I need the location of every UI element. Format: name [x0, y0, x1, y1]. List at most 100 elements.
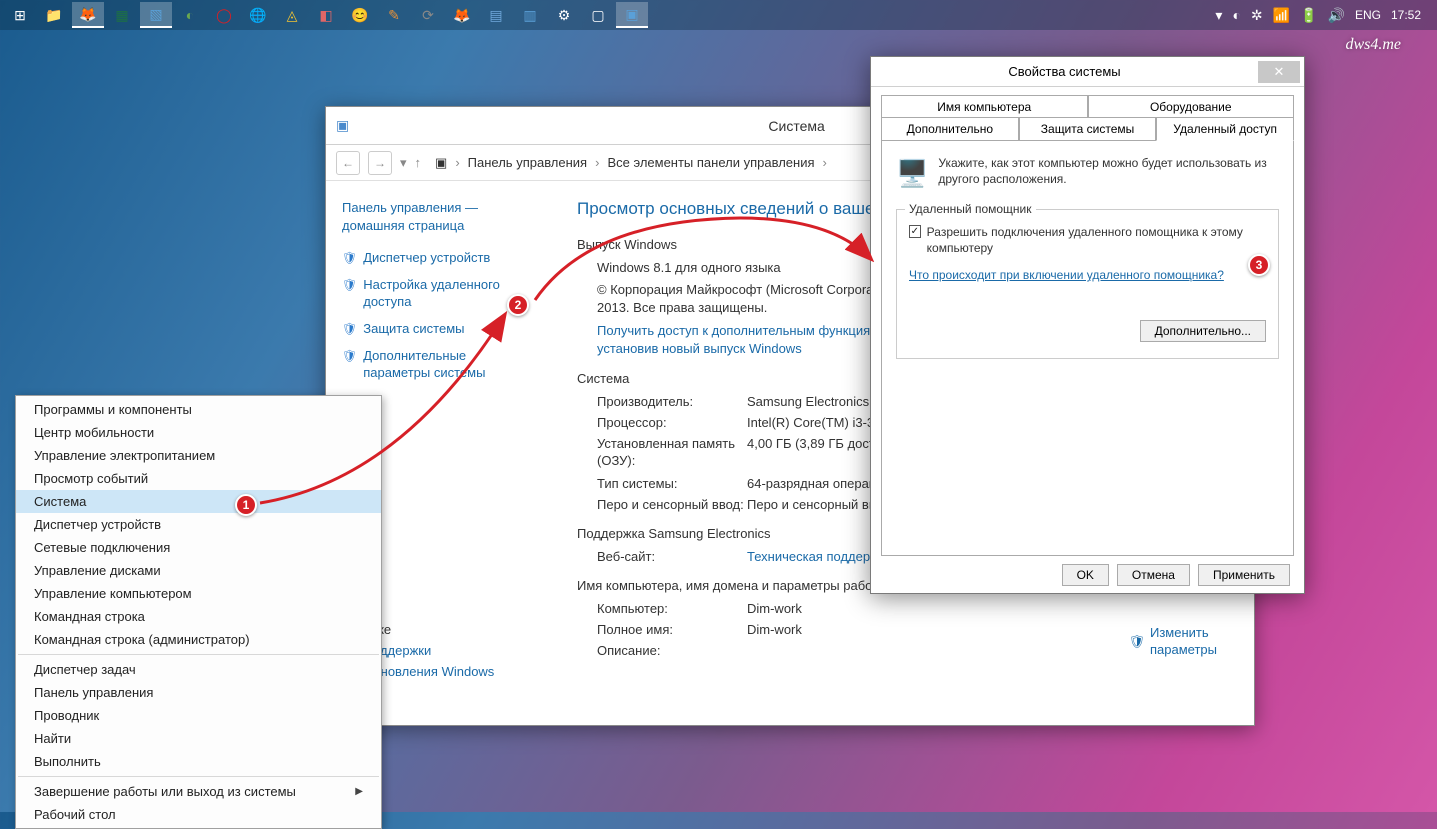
value: Dim-work	[747, 622, 802, 637]
menu-item[interactable]: Сетевые подключения	[16, 536, 381, 559]
apply-button[interactable]: Применить	[1198, 564, 1290, 586]
dialog-titlebar[interactable]: Свойства системы ✕	[871, 57, 1304, 87]
menu-item[interactable]: Командная строка	[16, 605, 381, 628]
label: Тип системы:	[577, 476, 747, 491]
menu-item[interactable]: Найти	[16, 727, 381, 750]
menu-item[interactable]: Диспетчер задач	[16, 658, 381, 681]
up-button[interactable]: ↑	[415, 155, 422, 170]
cancel-button[interactable]: Отмена	[1117, 564, 1190, 586]
taskbar: ⊞ 📁 🦊 ▦ ▧ ◐ ◯ 🌐 ◬ ◧ 😊 ✎ ⟳ 🦊 ▤ ▥ ⚙ ▢ ▣ ▾ …	[0, 0, 1437, 30]
chevron-up-icon[interactable]: ▾	[1215, 7, 1222, 24]
change-settings-link[interactable]: 🛡 Изменить параметры	[1128, 625, 1230, 659]
notepad-icon[interactable]: ▤	[480, 2, 512, 28]
sidebar-link-devmgr[interactable]: 🛡Диспетчер устройств	[342, 250, 535, 267]
app-icon-10[interactable]: ◧	[310, 2, 342, 28]
steam-icon[interactable]: ⚙	[548, 2, 580, 28]
app-icon-18[interactable]: ▢	[582, 2, 614, 28]
allow-remote-assistance-checkbox[interactable]: ✓	[909, 225, 921, 238]
label: Перо и сенсорный ввод:	[577, 497, 747, 512]
menu-item[interactable]: Просмотр событий	[16, 467, 381, 490]
support-link[interactable]: Техническая поддержк	[747, 549, 884, 564]
opera-icon[interactable]: ◯	[208, 2, 240, 28]
tab-protection[interactable]: Защита системы	[1019, 117, 1157, 141]
tab-computer-name[interactable]: Имя компьютера	[881, 95, 1088, 118]
menu-item[interactable]: Управление компьютером	[16, 582, 381, 605]
tray-icon-1[interactable]: ◐	[1232, 7, 1240, 23]
remote-icon: 🖥️	[896, 155, 928, 191]
chevron-right-icon: ▶	[355, 786, 363, 797]
shield-icon: 🛡	[342, 278, 357, 294]
menu-item[interactable]: Диспетчер устройств	[16, 513, 381, 536]
battery-icon[interactable]: 🔋	[1300, 7, 1317, 24]
app-icon-11[interactable]: 😊	[344, 2, 376, 28]
sidebar-link-advanced[interactable]: 🛡Дополнительные параметры системы	[342, 348, 535, 382]
windows-upgrade-link[interactable]: Получить доступ к дополнительным функция…	[577, 322, 907, 357]
menu-item[interactable]: Рабочий стол	[16, 803, 381, 826]
close-button[interactable]: ✕	[1258, 61, 1300, 83]
app-icon-12[interactable]: ✎	[378, 2, 410, 28]
gimp-icon[interactable]: 🦊	[446, 2, 478, 28]
step-marker-3: 3	[1248, 254, 1270, 276]
volume-icon[interactable]: 🔊	[1328, 7, 1345, 24]
intro-text: Укажите, как этот компьютер можно будет …	[938, 155, 1279, 191]
utorrent-icon[interactable]: ◐	[174, 2, 206, 28]
tab-strip: Имя компьютера Оборудование Дополнительн…	[871, 87, 1304, 141]
tab-hardware[interactable]: Оборудование	[1088, 95, 1295, 118]
taskbar-apps: ⊞ 📁 🦊 ▦ ▧ ◐ ◯ 🌐 ◬ ◧ 😊 ✎ ⟳ 🦊 ▤ ▥ ⚙ ▢ ▣	[4, 2, 648, 28]
excel-icon[interactable]: ▦	[106, 2, 138, 28]
remote-assistance-group: Удаленный помощник ✓ Разрешить подключен…	[896, 209, 1279, 359]
menu-item[interactable]: Управление дисками	[16, 559, 381, 582]
menu-separator	[18, 776, 379, 777]
menu-item[interactable]: Центр мобильности	[16, 421, 381, 444]
breadcrumb-root-icon[interactable]: ▣	[435, 155, 447, 171]
menu-item[interactable]: Командная строка (администратор)	[16, 628, 381, 651]
app-icon-5[interactable]: ▧	[140, 2, 172, 28]
what-happens-link[interactable]: Что происходит при включении удаленного …	[909, 268, 1266, 282]
back-button[interactable]: ←	[336, 151, 360, 175]
menu-item[interactable]: Панель управления	[16, 681, 381, 704]
advanced-button[interactable]: Дополнительно...	[1140, 320, 1266, 342]
system-properties-dialog: Свойства системы ✕ Имя компьютера Оборуд…	[870, 56, 1305, 594]
network-icon[interactable]: 📶	[1273, 7, 1290, 24]
watermark: dws4.me	[1345, 36, 1401, 54]
dialog-body: 🖥️ Укажите, как этот компьютер можно буд…	[881, 140, 1294, 556]
aimp-icon[interactable]: ◬	[276, 2, 308, 28]
ok-button[interactable]: OK	[1062, 564, 1109, 586]
menu-item[interactable]: Программы и компоненты	[16, 398, 381, 421]
windows-copyright: © Корпорация Майкрософт (Microsoft Corpo…	[577, 281, 907, 316]
shield-icon: 🛡	[342, 322, 357, 338]
step-marker-2: 2	[507, 294, 529, 316]
menu-item[interactable]: Выполнить	[16, 750, 381, 773]
menu-item[interactable]: Управление электропитанием	[16, 444, 381, 467]
label: Полное имя:	[577, 622, 747, 637]
chevron-down-icon[interactable]: ▾	[400, 155, 407, 171]
app-icon-13[interactable]: ⟳	[412, 2, 444, 28]
chrome-icon[interactable]: 🌐	[242, 2, 274, 28]
winx-menu: Программы и компонентыЦентр мобильностиУ…	[15, 395, 382, 829]
clock[interactable]: 17:52	[1391, 8, 1421, 22]
app-icon-16[interactable]: ▥	[514, 2, 546, 28]
menu-item[interactable]: Проводник	[16, 704, 381, 727]
breadcrumb-b[interactable]: Все элементы панели управления	[607, 155, 814, 170]
sidebar-link-protection[interactable]: 🛡Защита системы	[342, 321, 535, 338]
language-indicator[interactable]: ENG	[1355, 8, 1381, 22]
label: Компьютер:	[577, 601, 747, 616]
breadcrumb-a[interactable]: Панель управления	[468, 155, 587, 170]
system-tray: ▾ ◐ ✲ 📶 🔋 🔊 ENG 17:52	[1215, 7, 1433, 24]
label: Веб-сайт:	[577, 549, 747, 564]
menu-item[interactable]: Система	[16, 490, 381, 513]
sidebar-home-link[interactable]: Панель управления — домашняя страница	[342, 199, 535, 234]
menu-item[interactable]: Завершение работы или выход из системы▶	[16, 780, 381, 803]
app-icon-19[interactable]: ▣	[616, 2, 648, 28]
value: Dim-work	[747, 601, 802, 616]
tray-icon-2[interactable]: ✲	[1251, 7, 1263, 24]
forward-button[interactable]: →	[368, 151, 392, 175]
label: Производитель:	[577, 394, 747, 409]
explorer-icon[interactable]: 📁	[38, 2, 70, 28]
start-button[interactable]: ⊞	[4, 2, 36, 28]
tab-remote[interactable]: Удаленный доступ	[1156, 117, 1294, 141]
chevron-right-icon: ›	[823, 155, 827, 170]
tab-advanced[interactable]: Дополнительно	[881, 117, 1019, 141]
value: Перо и сенсорный ввод	[747, 497, 890, 512]
firefox-icon[interactable]: 🦊	[72, 2, 104, 28]
